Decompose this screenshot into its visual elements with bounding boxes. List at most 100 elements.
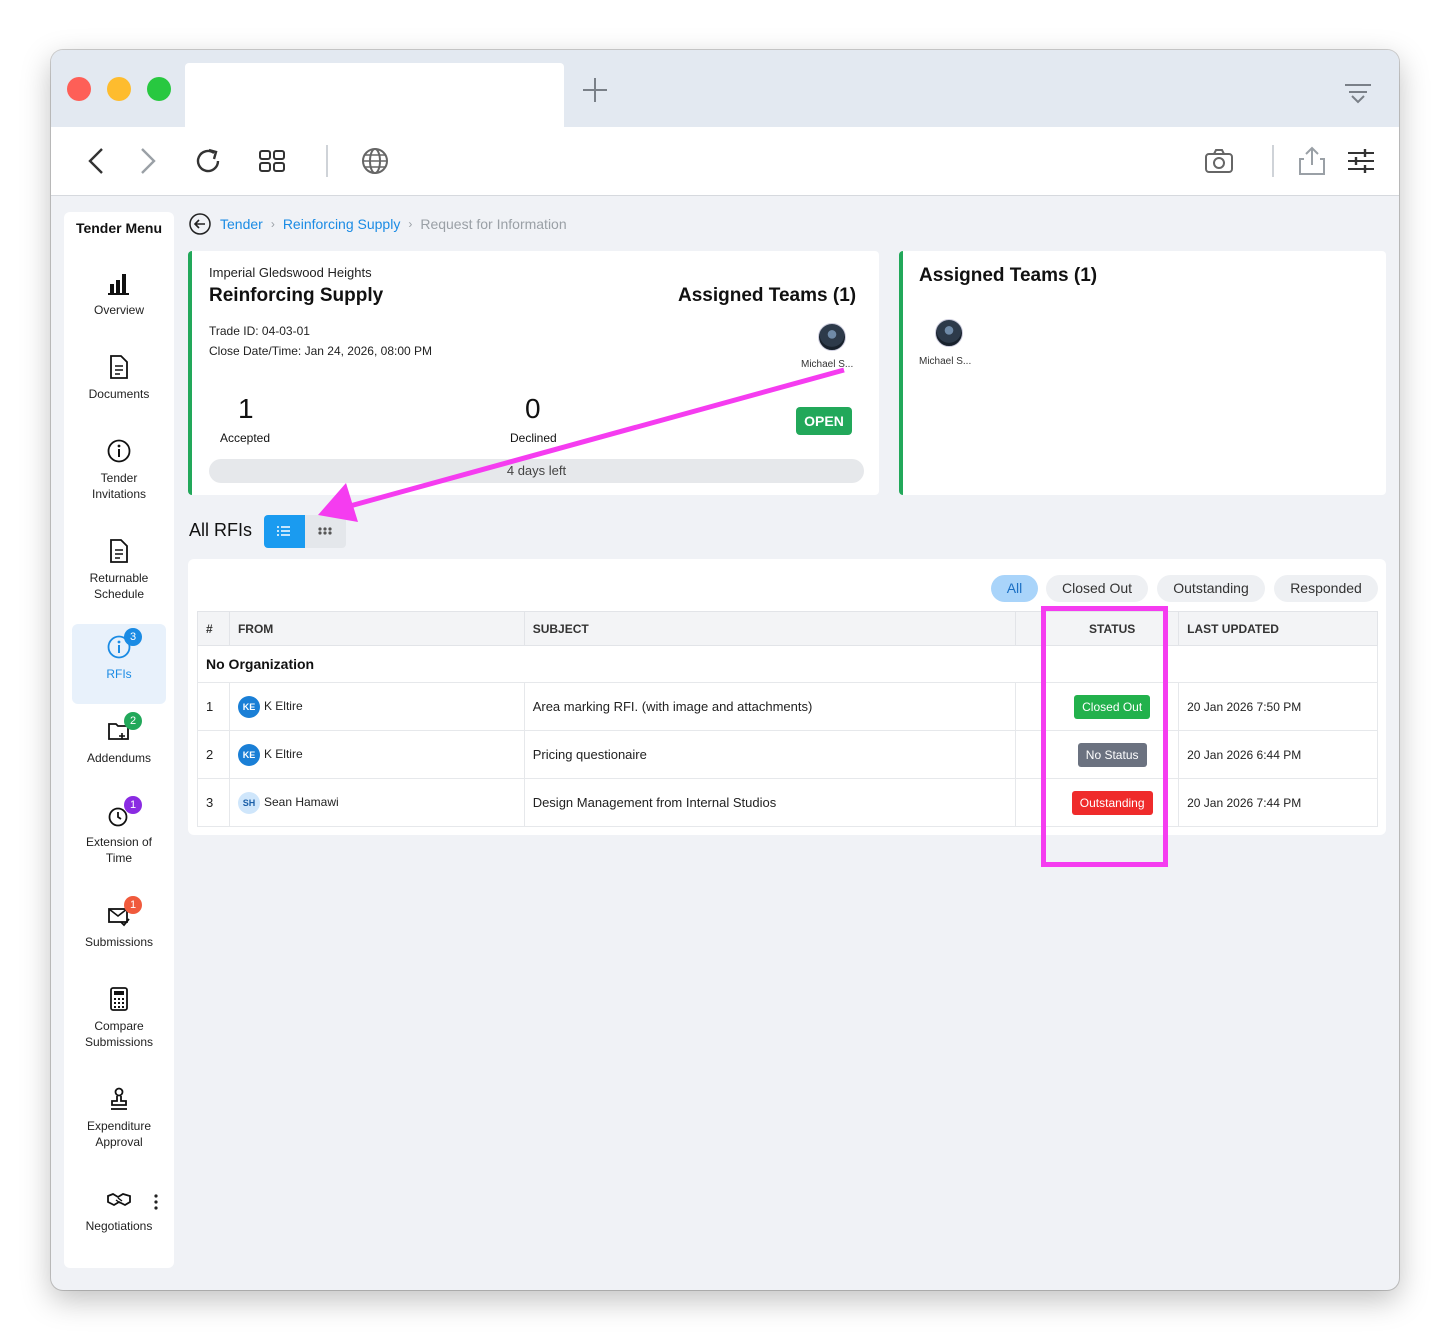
days-left-progress: 4 days left [209, 459, 864, 483]
row-number: 2 [197, 730, 230, 779]
settings-sliders-icon[interactable] [1345, 145, 1377, 177]
column-header-last-updated[interactable]: LAST UPDATED [1178, 611, 1378, 646]
toolbar-divider [326, 145, 328, 177]
last-updated-cell: 20 Jan 2026 6:44 PM [1178, 730, 1378, 779]
last-updated-cell: 20 Jan 2026 7:44 PM [1178, 778, 1378, 827]
assigned-teams-heading: Assigned Teams (1) [678, 285, 857, 306]
filter-closed-out[interactable]: Closed Out [1046, 575, 1148, 602]
back-arrow-circle-icon[interactable] [189, 213, 211, 235]
sidebar-title: Tender Menu [75, 220, 163, 236]
sidebar-item-label: Returnable Schedule [89, 571, 149, 601]
avatar: SH [237, 791, 260, 814]
stamp-icon [111, 1087, 127, 1110]
sidebar-item-expenditure-approval[interactable]: Expenditure Approval [72, 1076, 166, 1156]
maximize-window-button[interactable] [147, 77, 171, 101]
browser-window: Tender Menu Overview Documents Tender In… [51, 50, 1399, 1290]
sidebar-item-extension-of-time[interactable]: 1 Extension of Time [72, 792, 166, 872]
sidebar-item-rfis[interactable]: 3 RFIs [72, 624, 166, 704]
globe-icon[interactable] [359, 145, 391, 177]
tabs-grid-icon[interactable] [256, 145, 288, 177]
sidebar-item-label: Overview [93, 303, 144, 317]
list-view-button[interactable] [264, 515, 305, 548]
sidebar-item-label: Documents [88, 387, 150, 401]
grid-view-button[interactable] [305, 515, 346, 548]
sidebar-item-label: Compare Submissions [84, 1019, 154, 1049]
back-icon[interactable] [81, 145, 113, 177]
rfi-table: # FROM SUBJECT STATUS LAST UPDATED No Or… [197, 611, 1378, 827]
table-row[interactable]: 3 SH Sean Hamawi Design Management from I… [197, 778, 1378, 827]
accepted-count: 1 [238, 393, 254, 424]
breadcrumb-current: Request for Information [420, 216, 567, 232]
subject-cell[interactable]: Area marking RFI. (with image and attach… [523, 682, 1017, 731]
extension-count-badge: 1 [124, 796, 142, 814]
assigned-teams-heading: Assigned Teams (1) [919, 265, 1098, 286]
more-options-icon[interactable] [152, 1192, 160, 1212]
table-row[interactable]: 2 KE K Eltire Pricing questionaire No Sta… [197, 730, 1378, 779]
avatar: KE [237, 695, 260, 718]
reload-icon[interactable] [192, 145, 224, 177]
project-name: Imperial Gledswood Heights [209, 265, 372, 280]
list-icon [277, 526, 290, 536]
forward-icon[interactable] [131, 145, 163, 177]
close-window-button[interactable] [67, 77, 91, 101]
info-circle-icon [107, 439, 131, 463]
rfi-table-panel: All Closed Out Outstanding Responded # F… [188, 559, 1386, 835]
sidebar-item-negotiations[interactable]: Negotiations [72, 1176, 166, 1256]
sender-name: K Eltire [263, 698, 303, 713]
avatar[interactable] [935, 319, 963, 347]
submissions-count-badge: 1 [124, 896, 142, 914]
new-tab-icon[interactable] [581, 76, 609, 104]
avatar[interactable] [818, 323, 846, 351]
breadcrumb-trade-link[interactable]: Reinforcing Supply [283, 216, 401, 232]
sidebar-item-submissions[interactable]: 1 Submissions [72, 892, 166, 972]
sidebar-item-compare-submissions[interactable]: Compare Submissions [72, 976, 166, 1056]
camera-icon[interactable] [1203, 145, 1235, 177]
bar-chart-icon [108, 274, 129, 295]
table-row[interactable]: 1 KE K Eltire Area marking RFI. (with ima… [197, 682, 1378, 731]
declined-label: Declined [510, 431, 557, 445]
breadcrumb: Tender › Reinforcing Supply › Request fo… [189, 212, 567, 236]
sidebar-item-label: RFIs [106, 667, 132, 681]
rfis-count-badge: 3 [124, 628, 142, 646]
column-header-number[interactable]: # [197, 611, 230, 646]
sidebar-item-label: Tender Invitations [91, 471, 147, 501]
table-header-row: # FROM SUBJECT STATUS LAST UPDATED [197, 611, 1378, 646]
sidebar-item-label: Extension of Time [85, 835, 153, 865]
sidebar-item-label: Negotiations [85, 1219, 153, 1233]
from-cell: KE K Eltire [228, 682, 525, 731]
sidebar-item-label: Addendums [86, 751, 152, 765]
browser-tab[interactable] [185, 63, 564, 127]
trade-name: Reinforcing Supply [209, 285, 384, 306]
share-icon[interactable] [1296, 145, 1328, 177]
document-icon [110, 355, 128, 379]
filter-outstanding[interactable]: Outstanding [1157, 575, 1265, 602]
sidebar-item-tender-invitations[interactable]: Tender Invitations [72, 428, 166, 508]
toolbar-divider [1272, 145, 1274, 177]
filter-all[interactable]: All [991, 575, 1038, 602]
subject-cell[interactable]: Pricing questionaire [523, 730, 1017, 779]
tender-menu-sidebar: Tender Menu Overview Documents Tender In… [64, 212, 174, 1268]
column-header-subject[interactable]: SUBJECT [523, 611, 1017, 646]
tab-overview-icon[interactable] [1343, 82, 1373, 108]
row-number: 3 [197, 778, 230, 827]
trade-id: Trade ID: 04-03-01 [209, 324, 310, 338]
breadcrumb-chevron-icon: › [270, 217, 275, 231]
sidebar-item-documents[interactable]: Documents [72, 344, 166, 424]
title-bar [51, 50, 1399, 127]
sidebar-item-addendums[interactable]: 2 Addendums [72, 708, 166, 788]
close-date: Close Date/Time: Jan 24, 2026, 08:00 PM [209, 344, 433, 358]
trade-summary-card: Imperial Gledswood Heights Reinforcing S… [188, 251, 879, 495]
minimize-window-button[interactable] [107, 77, 131, 101]
sidebar-item-returnable-schedule[interactable]: Returnable Schedule [72, 528, 166, 608]
handshake-icon [107, 1192, 131, 1207]
breadcrumb-tender-link[interactable]: Tender [220, 216, 263, 232]
group-row: No Organization [197, 645, 1378, 683]
filter-responded[interactable]: Responded [1274, 575, 1378, 602]
from-cell: SH Sean Hamawi [228, 778, 525, 827]
member-name: Michael S... [919, 356, 972, 367]
column-header-from[interactable]: FROM [228, 611, 525, 646]
sidebar-item-overview[interactable]: Overview [72, 260, 166, 340]
sidebar-item-label: Expenditure Approval [86, 1119, 152, 1149]
subject-cell[interactable]: Design Management from Internal Studios [523, 778, 1017, 827]
view-toggle [264, 515, 346, 548]
